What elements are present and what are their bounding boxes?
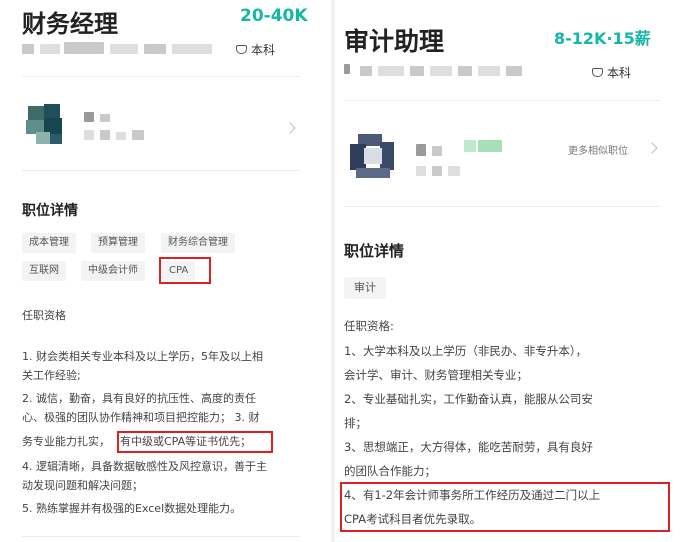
blurred-location: [64, 42, 104, 54]
blurred-location: [410, 66, 424, 76]
skill-tag: 成本管理: [22, 233, 76, 253]
section-title: 职位详情: [22, 203, 78, 219]
requirement-line: 1、大学本科及以上学历（非民办、非专升本），: [344, 344, 588, 358]
online-badge: [464, 140, 476, 152]
requirement-line: 的团队合作能力；: [344, 464, 436, 478]
blurred-location: [144, 44, 166, 54]
requirements-heading: 任职资格:: [344, 319, 394, 333]
blurred-location: [430, 66, 452, 76]
graduation-cap-icon: [236, 45, 247, 54]
blurred-location: [110, 44, 138, 54]
avatar: [346, 128, 400, 182]
job-title: 审计助理: [344, 27, 445, 56]
job-card-audit-assistant: 审计助理 8-12K·15薪 本科 更多相似职位 职位详情 审计 任职资格: 1…: [336, 0, 681, 542]
requirement-line: 关工作经验;: [22, 369, 81, 382]
more-similar-jobs-link[interactable]: 更多相似职位: [568, 142, 628, 157]
skill-tag: 财务综合管理: [161, 233, 235, 253]
chevron-right-icon[interactable]: [284, 122, 296, 134]
divider: [344, 206, 660, 207]
requirement-line: 务专业能力扎实，: [22, 435, 110, 448]
blurred-recruiter-title: [448, 166, 460, 176]
blurred-recruiter-name: [432, 146, 442, 156]
blurred-location: [378, 66, 404, 76]
skill-tag: 互联网: [22, 261, 66, 281]
blurred-location: [478, 66, 500, 76]
education-requirement: 本科: [236, 41, 275, 58]
blurred-recruiter-title: [132, 130, 144, 140]
section-title: 职位详情: [344, 242, 405, 260]
highlight-box: [117, 431, 273, 453]
divider: [22, 76, 300, 77]
requirement-line: 2. 诚信，勤奋，具有良好的抗压性、高度的责任: [22, 392, 256, 405]
skill-tag: 预算管理: [91, 233, 145, 253]
requirement-line: 3、思想端正，大方得体，能吃苦耐劳，具有良好: [344, 440, 593, 454]
online-badge: [478, 140, 502, 152]
education-label: 本科: [251, 43, 276, 57]
education-requirement: 本科: [592, 64, 631, 81]
highlight-box: [159, 257, 211, 284]
job-card-finance-manager: 财务经理 20-40K 本科 职位详情 成本管理 预算管理 财务综合管理 互联网…: [0, 0, 330, 542]
panel-divider: [331, 0, 335, 542]
requirement-line: 4. 逻辑清晰，具备数据敏感性及风控意识，善于主: [22, 460, 267, 473]
skill-tag: 中级会计师: [81, 261, 145, 281]
blurred-location: [360, 66, 372, 76]
blurred-location: [22, 44, 34, 54]
divider: [344, 100, 660, 101]
divider: [22, 170, 300, 171]
avatar: [24, 100, 70, 146]
blurred-recruiter-title: [116, 132, 126, 140]
blurred-location: [344, 64, 350, 74]
highlight-box: [340, 482, 670, 532]
blurred-recruiter-name: [84, 112, 94, 122]
blurred-recruiter-title: [84, 130, 94, 140]
divider: [22, 536, 300, 537]
blurred-location: [40, 44, 60, 54]
blurred-recruiter-name: [416, 144, 426, 156]
blurred-location: [458, 66, 472, 76]
requirement-line: 5. 熟练掌握并有极强的Excel数据处理能力。: [22, 502, 242, 515]
requirement-line: 动发现问题和解决问题；: [22, 479, 143, 492]
blurred-recruiter-name: [100, 114, 110, 122]
salary: 20-40K: [240, 6, 308, 26]
chevron-right-icon[interactable]: [646, 142, 658, 154]
blurred-recruiter-title: [416, 166, 426, 176]
graduation-cap-icon: [592, 68, 603, 77]
blurred-recruiter-title: [100, 130, 110, 140]
blurred-location: [506, 66, 522, 76]
job-title: 财务经理: [22, 10, 118, 38]
skill-tag: 审计: [344, 277, 386, 299]
requirement-line: 会计学、审计、财务管理相关专业；: [344, 368, 528, 382]
requirement-line: 1. 财会类相关专业本科及以上学历，5年及以上相: [22, 350, 263, 363]
requirements-heading: 任职资格: [22, 309, 66, 322]
education-label: 本科: [607, 66, 632, 80]
requirement-line: 排；: [344, 416, 367, 430]
requirement-line: 2、专业基础扎实，工作勤奋认真，能服从公司安: [344, 392, 593, 406]
blurred-location: [172, 44, 212, 54]
salary: 8-12K·15薪: [554, 29, 651, 48]
blurred-recruiter-title: [432, 166, 442, 176]
requirement-line: 心、极强的团队协作精神和项目把控能力； 3. 财: [22, 411, 260, 424]
